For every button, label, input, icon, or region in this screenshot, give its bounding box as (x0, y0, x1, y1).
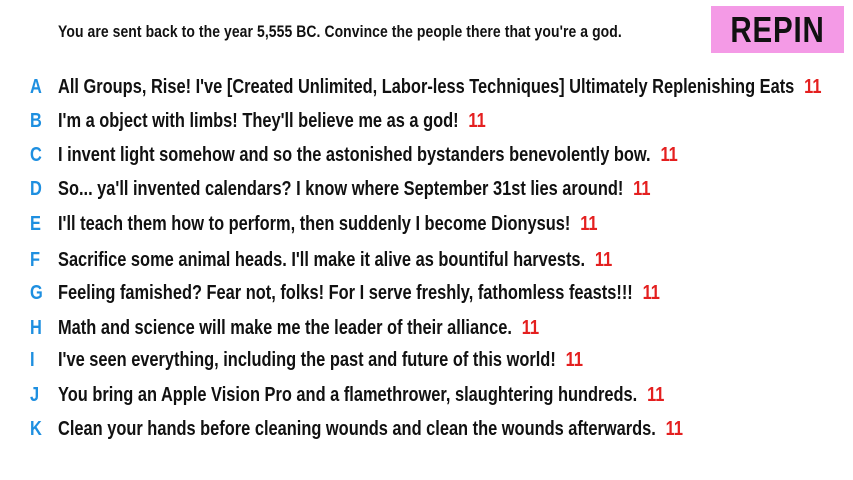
answer-body: Feeling famished? Fear not, folks! For I… (58, 282, 660, 305)
answer-letter: B (30, 109, 42, 132)
answer-text: I'm a object with limbs! They'll believe… (58, 109, 459, 132)
answer-letter: A (30, 75, 42, 98)
answer-text: I invent light somehow and so the astoni… (58, 143, 651, 166)
answer-letter: I (30, 348, 35, 371)
answer-body: I've seen everything, including the past… (58, 349, 583, 372)
answer-body: I'll teach them how to perform, then sud… (58, 213, 598, 236)
answer-letter: G (30, 281, 43, 304)
answer-body: I invent light somehow and so the astoni… (58, 144, 678, 167)
answer-body: So... ya'll invented calendars? I know w… (58, 178, 651, 201)
answer-score: 11 (594, 248, 613, 271)
answer-letter: E (30, 212, 41, 235)
answer-body: Math and science will make me the leader… (58, 317, 539, 340)
answer-text: I'll teach them how to perform, then sud… (58, 212, 571, 235)
answer-score: 11 (468, 109, 486, 132)
answer-letter: F (30, 248, 41, 271)
answer-list: A All Groups, Rise! I've [Created Unlimi… (0, 0, 853, 480)
answer-text: You bring an Apple Vision Pro and a flam… (58, 383, 638, 406)
answer-body: I'm a object with limbs! They'll believe… (58, 110, 486, 133)
answer-text: So... ya'll invented calendars? I know w… (58, 177, 624, 200)
answer-text: Feeling famished? Fear not, folks! For I… (58, 281, 633, 304)
answer-score: 11 (804, 75, 822, 98)
answer-body: All Groups, Rise! I've [Created Unlimite… (58, 76, 821, 99)
answer-score: 11 (647, 383, 665, 406)
answer-text: I've seen everything, including the past… (58, 348, 556, 371)
answer-letter: C (30, 143, 42, 166)
answer-score: 11 (633, 177, 651, 200)
answer-letter: H (30, 316, 42, 339)
answer-text: Sacrifice some animal heads. I'll make i… (58, 248, 586, 271)
answer-score: 11 (660, 143, 678, 166)
answer-body: Sacrifice some animal heads. I'll make i… (58, 249, 612, 272)
answer-score: 11 (642, 281, 660, 304)
answer-body: You bring an Apple Vision Pro and a flam… (58, 384, 664, 407)
answer-letter: K (30, 417, 42, 440)
answer-text: Math and science will make me the leader… (58, 316, 512, 339)
answer-score: 11 (580, 212, 598, 235)
answer-letter: J (30, 383, 40, 406)
answer-letter: D (30, 177, 42, 200)
answer-text: All Groups, Rise! I've [Created Unlimite… (58, 75, 795, 98)
answer-text: Clean your hands before cleaning wounds … (58, 417, 656, 440)
answer-score: 11 (565, 348, 583, 371)
answer-score: 11 (521, 316, 540, 339)
answer-body: Clean your hands before cleaning wounds … (58, 418, 683, 441)
answer-score: 11 (665, 417, 683, 440)
